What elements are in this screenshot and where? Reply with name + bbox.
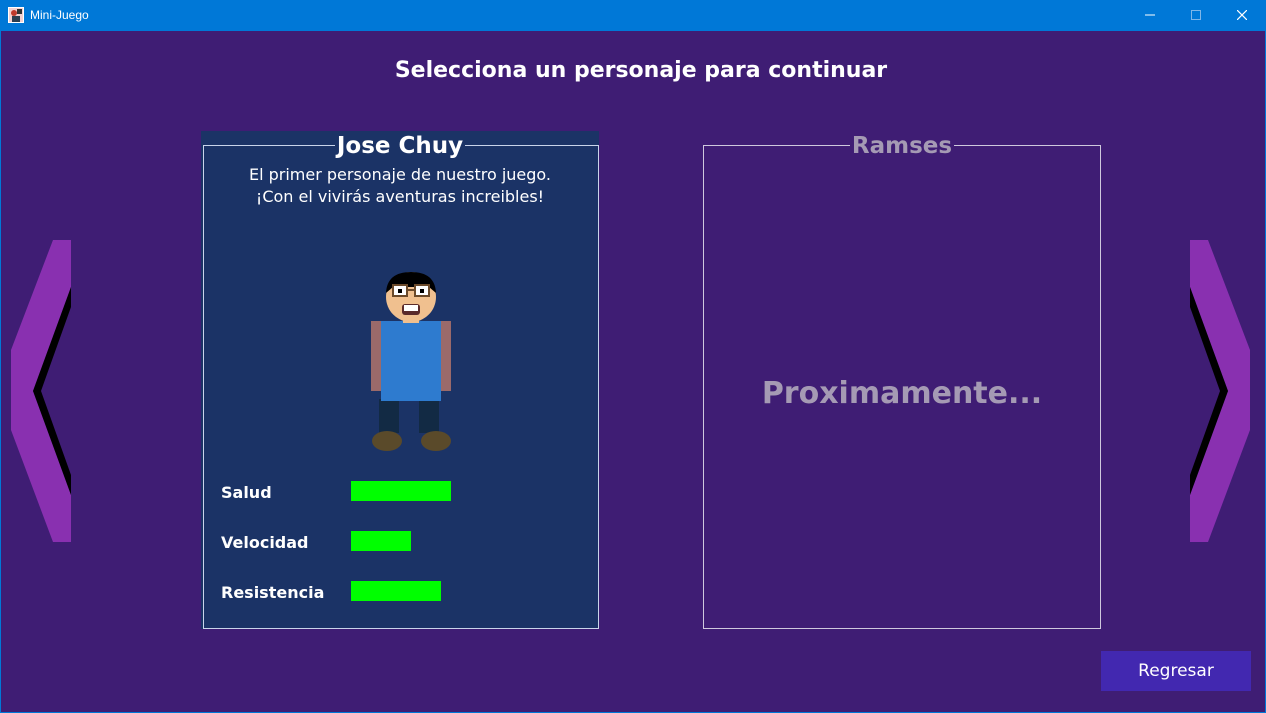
description-line: ¡Con el vivirás aventuras increibles! <box>255 187 545 206</box>
close-icon <box>1237 10 1247 20</box>
maximize-button[interactable] <box>1173 0 1219 31</box>
back-button[interactable]: Regresar <box>1101 651 1251 691</box>
app-icon <box>8 7 24 23</box>
stat-bar-salud <box>351 481 451 501</box>
chevron-right-icon <box>1190 240 1250 542</box>
stat-label-resistencia: Resistencia <box>221 583 325 602</box>
character-card-ramses[interactable]: Ramses Proximamente... <box>703 131 1101 629</box>
close-button[interactable] <box>1219 0 1265 31</box>
stat-label-salud: Salud <box>221 483 272 502</box>
page-title: Selecciona un personaje para continuar <box>394 58 888 83</box>
maximize-icon <box>1191 10 1201 20</box>
chevron-left-icon <box>11 240 71 542</box>
prev-character-button[interactable] <box>9 240 71 542</box>
minimize-button[interactable] <box>1127 0 1173 31</box>
character-description: El primer personaje de nuestro juego. ¡C… <box>201 164 599 208</box>
minimize-icon <box>1145 14 1155 16</box>
stat-label-velocidad: Velocidad <box>221 533 309 552</box>
next-character-button[interactable] <box>1190 240 1252 542</box>
character-name: Jose Chuy <box>334 131 466 161</box>
character-sprite <box>371 272 451 451</box>
stat-bar-velocidad <box>351 531 411 551</box>
character-card-jose-chuy[interactable]: Jose Chuy El primer personaje de nuestro… <box>201 131 599 629</box>
character-name: Ramses <box>849 131 955 161</box>
window-titlebar: Mini-Juego <box>0 0 1266 31</box>
stat-bar-resistencia <box>351 581 441 601</box>
description-line: El primer personaje de nuestro juego. <box>248 165 552 184</box>
window-title: Mini-Juego <box>30 8 89 22</box>
coming-soon-label: Proximamente... <box>761 376 1043 411</box>
